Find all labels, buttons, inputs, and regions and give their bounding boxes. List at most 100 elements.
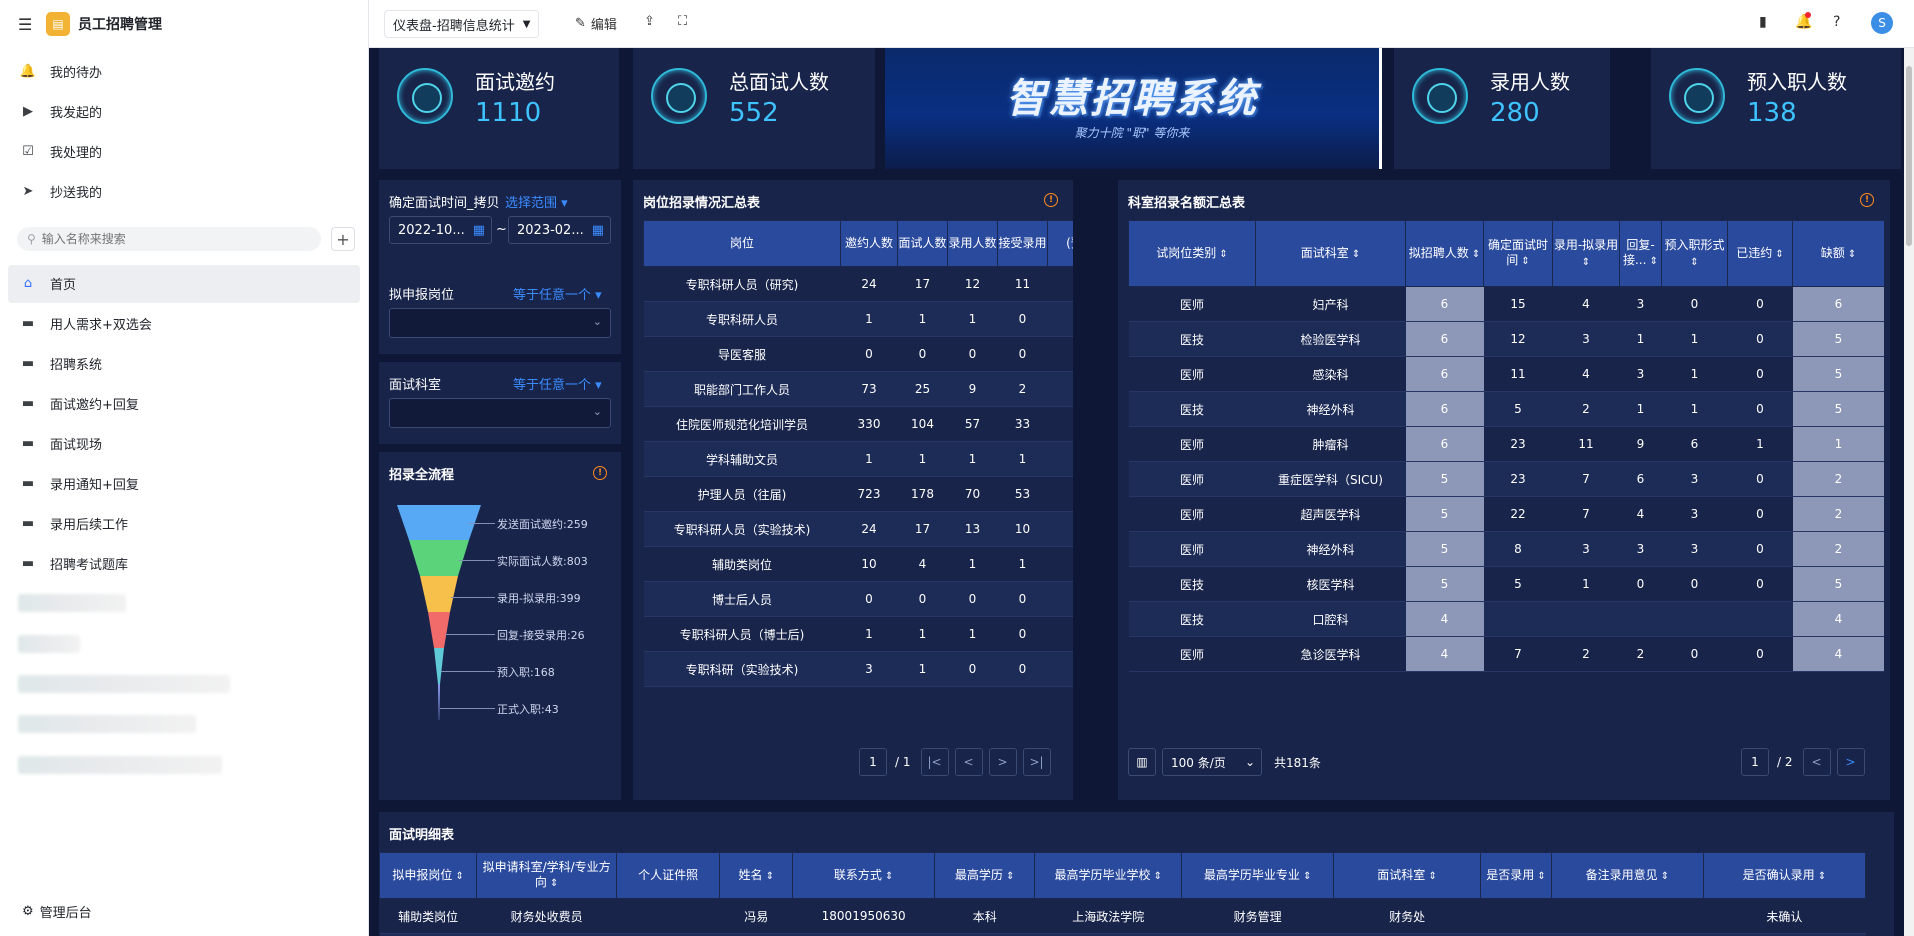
table-row[interactable]: 护理人员（往届)72317870533 — [643, 476, 1073, 512]
sort-icon[interactable]: ⇕ — [1582, 257, 1590, 268]
sort-icon[interactable]: ⇕ — [1690, 257, 1698, 268]
sort-icon[interactable]: ⇕ — [882, 871, 893, 882]
column-header[interactable]: 最高学历毕业专业 ⇕ — [1181, 852, 1335, 899]
column-header[interactable]: 是否录用 ⇕ — [1480, 852, 1552, 899]
table-row[interactable]: 博士后人员00000 — [643, 581, 1073, 617]
info-icon[interactable]: ! — [1860, 193, 1874, 207]
sort-icon[interactable]: ⇕ — [1646, 256, 1658, 267]
page-input[interactable]: 1 — [859, 748, 887, 776]
table-row[interactable]: 医师 肿瘤科 6 23 11 9 6 1 1 — [1128, 426, 1884, 462]
columns-icon[interactable]: ▥ — [1128, 748, 1156, 776]
column-header[interactable]: 录用人数 — [947, 220, 998, 267]
next-page-button[interactable]: > — [988, 748, 1017, 776]
page-scrollbar[interactable] — [1904, 48, 1914, 936]
admin-link[interactable]: ⚙ 管理后台 — [22, 902, 92, 921]
sidebar-item-handled[interactable]: ☑ 我处理的 — [20, 142, 102, 161]
column-header[interactable]: 试岗位类别 ⇕ — [1128, 220, 1256, 287]
date-end-field[interactable]: 2023-02... ▦ — [508, 216, 611, 244]
table-row[interactable]: 专职科研（实验技术)31000 — [643, 651, 1073, 687]
avatar[interactable]: S — [1871, 12, 1893, 34]
post-select[interactable]: ⌄ — [389, 308, 611, 338]
column-header[interactable]: 缺额 ⇕ — [1792, 220, 1884, 287]
column-header[interactable]: 接受录用 — [997, 220, 1048, 267]
sidebar-folder[interactable]: ▬ 录用后续工作 — [20, 514, 128, 533]
prev-page-button[interactable]: < — [1802, 748, 1831, 776]
table-row[interactable]: 医技 检验医学科 6 12 3 1 1 0 5 — [1128, 321, 1884, 357]
sidebar-folder[interactable]: ▬ 面试邀约+回复 — [20, 394, 139, 413]
share-icon[interactable]: ⇪ — [644, 14, 655, 29]
sidebar-folder[interactable]: ▬ 面试现场 — [20, 434, 102, 453]
table-row[interactable]: 医师 神经外科 5 8 3 3 3 0 2 — [1128, 531, 1884, 567]
column-header[interactable]: 邀约人数 — [840, 220, 898, 267]
column-header[interactable]: 已违约 ⇕ — [1727, 220, 1793, 287]
sidebar-item-cc[interactable]: ➤ 抄送我的 — [20, 182, 102, 201]
column-header[interactable]: 面试科室 ⇕ — [1255, 220, 1406, 287]
column-header[interactable]: 面试人数 — [897, 220, 948, 267]
scrollbar-thumb[interactable] — [1906, 66, 1912, 246]
last-page-button[interactable]: >| — [1022, 748, 1051, 776]
table-row[interactable]: 医师 重症医学科（SICU) 5 23 7 6 3 0 2 — [1128, 461, 1884, 497]
sidebar-item-initiated[interactable]: ▶ 我发起的 — [20, 102, 102, 121]
book-icon[interactable]: ▮ — [1759, 14, 1767, 30]
table-row[interactable]: 医师 急诊医学科 4 7 2 2 0 0 4 — [1128, 636, 1884, 672]
sort-icon[interactable]: ⇕ — [1003, 871, 1014, 882]
sort-icon[interactable]: ⇕ — [1845, 249, 1856, 260]
table-row[interactable]: 专职科研人员11100 — [643, 301, 1073, 337]
sidebar-item-home[interactable]: ⌂ 首页 — [20, 274, 76, 293]
date-start-field[interactable]: 2022-10... ▦ — [389, 216, 492, 244]
column-header[interactable]: 联系方式 ⇕ — [792, 852, 936, 899]
sidebar-item-todo[interactable]: 🔔 我的待办 — [20, 62, 102, 81]
dashboard-selector[interactable]: 仪表盘-招聘信息统计 ▼ — [384, 10, 540, 38]
filter-mode-link[interactable]: 等于任意一个 ▾ — [513, 374, 602, 393]
search-input[interactable] — [41, 232, 292, 246]
sort-icon[interactable]: ⇕ — [1815, 871, 1826, 882]
sidebar-folder[interactable]: ▬ 招聘系统 — [20, 354, 102, 373]
table-row[interactable]: 专职科研人员（研究)241712111 — [643, 266, 1073, 302]
column-header[interactable]: 拟申请科室/学科/专业方向 ⇕ — [476, 852, 618, 899]
sort-icon[interactable]: ⇕ — [1772, 249, 1783, 260]
sort-icon[interactable]: ⇕ — [1216, 249, 1227, 260]
column-header[interactable]: 是否确认录用 ⇕ — [1702, 852, 1867, 899]
sort-icon[interactable]: ⇕ — [1658, 871, 1669, 882]
column-header[interactable]: 预入职形式 ⇕ — [1661, 220, 1728, 287]
sort-icon[interactable]: ⇕ — [547, 878, 558, 889]
table-row[interactable]: 辅助类岗位 财务处收费员 冯易 18001950630 本科 上海政法学院 财务管理 财务处 未… — [379, 898, 1866, 934]
column-header[interactable]: 个人证件照 — [616, 852, 721, 899]
column-header[interactable]: 拟申报岗位 ⇕ — [379, 852, 478, 899]
fullscreen-icon[interactable]: ⛶ — [678, 14, 687, 29]
sort-icon[interactable]: ⇕ — [452, 871, 464, 882]
next-page-button[interactable]: > — [1836, 748, 1865, 776]
column-header[interactable]: 回复-接... ⇕ — [1619, 220, 1662, 287]
column-header[interactable]: 最高学历 ⇕ — [934, 852, 1036, 899]
table-row[interactable]: 职能部门工作人员 73 25 9 2 — [643, 371, 1073, 407]
sort-icon[interactable]: ⇕ — [1425, 871, 1436, 882]
first-page-button[interactable]: |< — [920, 748, 949, 776]
prev-page-button[interactable]: < — [954, 748, 983, 776]
column-header[interactable]: 岗位 — [643, 220, 841, 267]
table-row[interactable]: 学科辅助文员 1 1 1 1 — [643, 441, 1073, 477]
sort-icon[interactable]: ⇕ — [1151, 871, 1162, 882]
column-header[interactable]: 备注录用意见 ⇕ — [1550, 852, 1704, 899]
sort-icon[interactable]: ⇕ — [1534, 871, 1545, 882]
column-header[interactable]: 最高学历毕业学校 ⇕ — [1034, 852, 1183, 899]
table-row[interactable]: 导医客服00000 — [643, 336, 1073, 372]
menu-icon[interactable]: ☰ — [18, 15, 38, 34]
filter-mode-link[interactable]: 等于任意一个 ▾ — [513, 284, 602, 303]
column-header[interactable]: 面试科室 ⇕ — [1333, 852, 1482, 899]
sidebar-folder[interactable]: ▬ 招聘考试题库 — [20, 554, 128, 573]
table-row[interactable]: 专职科研人员（博士后)11100 — [643, 616, 1073, 652]
table-row[interactable]: 住院医师规范化培训学员33010457332 — [643, 406, 1073, 442]
table-row[interactable]: 辅助类岗位 10 4 1 1 — [643, 546, 1073, 582]
dept-select[interactable]: ⌄ — [389, 398, 611, 428]
sort-icon[interactable]: ⇕ — [1349, 249, 1360, 260]
edit-button[interactable]: ✎ 编辑 — [575, 14, 617, 33]
column-header[interactable]: (预入 — [1047, 220, 1073, 267]
column-header[interactable]: 确定面试时间 ⇕ — [1483, 220, 1553, 287]
sort-icon[interactable]: ⇕ — [1469, 249, 1480, 260]
table-row[interactable]: 专职科研人员（实验技术)241713101 — [643, 511, 1073, 547]
page-input[interactable]: 1 — [1741, 748, 1769, 776]
table-row[interactable]: 医技 核医学科 5 5 1 0 0 0 5 — [1128, 566, 1884, 602]
sort-icon[interactable]: ⇕ — [1518, 256, 1529, 267]
page-size-select[interactable]: 100 条/页 ⌄ — [1162, 748, 1262, 776]
sidebar-folder[interactable]: ▬ 用人需求+双选会 — [20, 314, 152, 333]
